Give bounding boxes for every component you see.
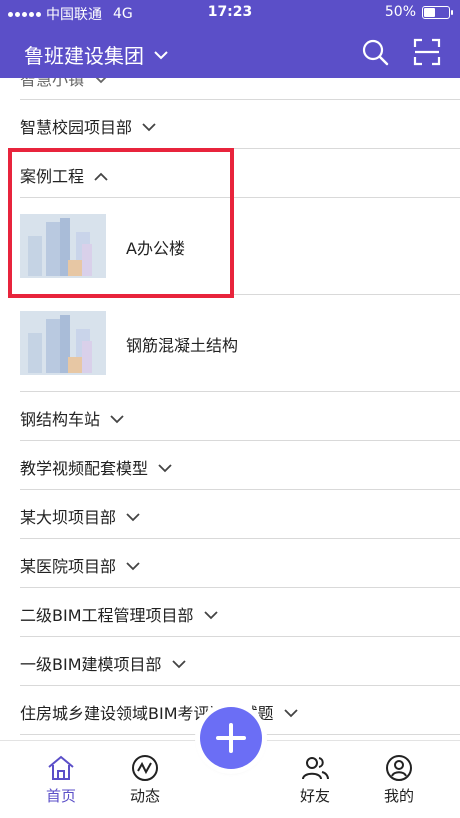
group-label: 钢结构车站	[20, 410, 101, 429]
tab-friends[interactable]: 好友	[280, 753, 350, 806]
chevron-down-icon	[142, 117, 156, 136]
plus-icon	[216, 723, 246, 753]
highlight-box	[8, 148, 234, 298]
chevron-down-icon	[94, 78, 108, 88]
project-label: 钢筋混凝土结构	[126, 336, 239, 355]
tab-activity[interactable]: 动态	[110, 753, 180, 806]
page-title: 鲁班建设集团	[24, 44, 144, 68]
group-label-wrap: 智慧小镇	[20, 78, 108, 90]
tab-label: 首页	[45, 787, 76, 805]
tab-label: 好友	[299, 787, 330, 805]
org-switcher[interactable]: 鲁班建设集团	[24, 40, 168, 69]
status-bar: 中国联通 4G 17:23 50%	[0, 0, 460, 26]
building-thumbnail	[20, 311, 106, 375]
list-group[interactable]: 二级BIM工程管理项目部	[20, 588, 460, 637]
group-label: 智慧小镇	[20, 78, 85, 89]
tab-bar: 首页 动态 好友 我的	[0, 707, 460, 818]
top-bar: 中国联通 4G 17:23 50% 鲁班建设集团	[0, 0, 460, 78]
chevron-down-icon	[126, 556, 140, 575]
list-group[interactable]: 智慧校园项目部	[20, 100, 460, 149]
group-label: 某大坝项目部	[20, 508, 117, 527]
group-label-wrap: 教学视频配套模型	[20, 455, 172, 479]
chevron-down-icon	[283, 703, 298, 722]
group-label-wrap: 二级BIM工程管理项目部	[20, 602, 218, 626]
list-group[interactable]: 智慧小镇	[20, 78, 460, 100]
list-group[interactable]: 钢结构车站	[20, 392, 460, 441]
group-label-wrap: 某医院项目部	[20, 553, 140, 577]
list-group[interactable]: 某大坝项目部	[20, 490, 460, 539]
chevron-down-icon	[171, 654, 186, 673]
project-item[interactable]: 钢筋混凝土结构	[20, 295, 460, 392]
group-label: 二级BIM工程管理项目部	[20, 606, 194, 625]
chevron-down-icon	[203, 605, 218, 624]
friends-icon	[302, 757, 329, 780]
search-icon[interactable]	[360, 37, 390, 67]
chevron-down-icon	[110, 409, 124, 428]
chevron-down-icon	[126, 507, 140, 526]
chevron-down-icon	[154, 50, 168, 60]
tab-label: 动态	[129, 787, 160, 805]
tab-label: 我的	[383, 787, 414, 805]
home-icon	[48, 755, 74, 780]
group-label: 一级BIM建模项目部	[20, 655, 162, 674]
group-label-wrap: 智慧校园项目部	[20, 114, 156, 138]
battery-percent: 50%	[384, 4, 416, 20]
group-label: 某医院项目部	[20, 557, 117, 576]
activity-icon	[132, 755, 158, 781]
group-label-wrap: 某大坝项目部	[20, 504, 140, 528]
list-group[interactable]: 某医院项目部	[20, 539, 460, 588]
chevron-down-icon	[158, 458, 172, 477]
tab-home[interactable]: 首页	[26, 753, 96, 806]
group-label-wrap: 一级BIM建模项目部	[20, 651, 186, 675]
nav-bar: 鲁班建设集团	[0, 26, 460, 78]
list-group[interactable]: 一级BIM建模项目部	[20, 637, 460, 686]
list-group[interactable]: 教学视频配套模型	[20, 441, 460, 490]
profile-icon	[386, 755, 412, 781]
scan-icon[interactable]	[412, 37, 442, 67]
add-button[interactable]	[200, 707, 262, 769]
tab-profile[interactable]: 我的	[364, 753, 434, 806]
battery-icon	[422, 5, 453, 19]
item-label-wrap: 钢筋混凝土结构	[126, 332, 238, 356]
group-label: 教学视频配套模型	[20, 459, 149, 478]
group-label-wrap: 钢结构车站	[20, 406, 124, 430]
group-label: 智慧校园项目部	[20, 118, 133, 137]
status-right: 50%	[384, 4, 453, 20]
